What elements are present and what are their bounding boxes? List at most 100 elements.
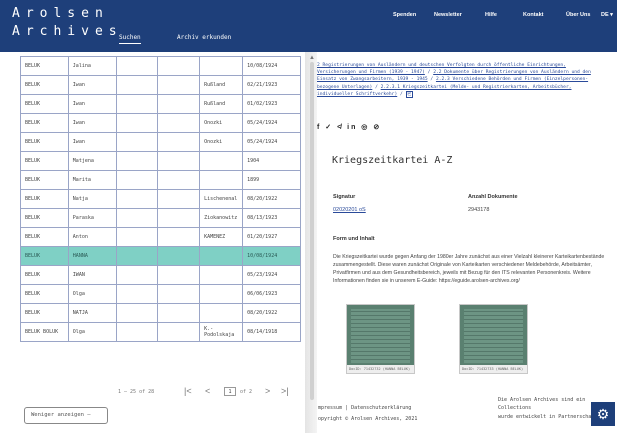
date-cell: 01/02/1923: [242, 94, 301, 114]
table-row[interactable]: BELUK Olga 06/06/1923: [20, 284, 301, 304]
link-hilfe[interactable]: Hilfe: [485, 12, 497, 18]
last-name-cell: BELUK: [20, 170, 69, 190]
prev-page-icon[interactable]: <: [205, 386, 210, 396]
first-name-cell: Paraska: [67, 208, 117, 228]
scrollbar-thumb[interactable]: [310, 62, 314, 400]
extra-cell: [157, 189, 201, 209]
extra-cell: [157, 113, 201, 133]
signatur-value[interactable]: 02020201 oS: [333, 207, 366, 213]
table-row[interactable]: BELUK Natja Lischenenal 08/20/1922: [20, 189, 301, 209]
place-cell: [199, 170, 244, 190]
last-name-cell: BELUK: [20, 227, 69, 247]
logo-line2[interactable]: Archives: [12, 24, 123, 39]
share-icons[interactable]: f ✓ ≮ in ◎ ⊘: [317, 123, 381, 131]
table-row[interactable]: BELUK Iwan Onozki 05/24/1924: [20, 113, 301, 133]
place-cell: Onozki: [199, 132, 244, 152]
footer-partner-1: Die Arolsen Archives sind ein: [498, 397, 586, 403]
table-row[interactable]: BELUK BOLUK Olga K.-Podolskaja 08/14/1918: [20, 322, 301, 342]
maiden-name-cell: [115, 151, 159, 171]
description-text: Die Kriegszeitkartei wurde gegen Anfang …: [333, 254, 605, 284]
logo-line1[interactable]: Arolsen: [12, 5, 109, 23]
gear-icon[interactable]: ⚙: [591, 402, 615, 426]
detail-panel: [317, 52, 617, 433]
date-cell: 06/06/1923: [242, 284, 301, 304]
tab-archiv-erkunden[interactable]: Archiv erkunden: [177, 34, 231, 41]
first-name-cell: Iwan: [67, 132, 117, 152]
extra-cell: [157, 284, 201, 304]
last-name-cell: BELUK: [20, 75, 69, 95]
table-row[interactable]: BELUK Jalina 10/08/1924: [20, 56, 301, 76]
last-name-cell: BELUK: [20, 284, 69, 304]
table-row[interactable]: BELUK IWAN 05/23/1924: [20, 265, 301, 285]
first-name-cell: Olga: [67, 284, 117, 304]
first-name-cell: Olga: [67, 322, 117, 342]
scroll-up-icon[interactable]: ▲: [309, 55, 315, 61]
extra-cell: [157, 151, 201, 171]
table-row[interactable]: BELUK NATJA 08/20/1922: [20, 303, 301, 323]
last-page-icon[interactable]: >|: [281, 386, 289, 396]
place-cell: [199, 284, 244, 304]
table-row[interactable]: BELUK HANNA 10/08/1924: [20, 246, 301, 266]
last-name-cell: BELUK: [20, 56, 69, 76]
first-name-cell: Iwan: [67, 113, 117, 133]
link-spenden[interactable]: Spenden: [393, 12, 416, 18]
table-row[interactable]: BELUK Paraska Ziokanowitz 08/13/1923: [20, 208, 301, 228]
site-header: Arolsen Archives Suchen Archiv erkunden …: [0, 0, 617, 52]
document-thumbnail[interactable]: DocID: 71432732 (HANNA BELUK): [346, 304, 415, 374]
section-form-inhalt: Form und Inhalt: [333, 236, 375, 242]
pagination-range: 1 — 25 of 28: [118, 389, 155, 395]
place-cell: Lischenenal: [199, 189, 244, 209]
link-kontakt[interactable]: Kontakt: [523, 12, 543, 18]
first-name-cell: IWAN: [67, 265, 117, 285]
copy-icon[interactable]: ⎘: [405, 90, 414, 98]
date-cell: 08/13/1923: [242, 208, 301, 228]
document-image: [351, 309, 410, 363]
place-cell: Ziokanowitz: [199, 208, 244, 228]
maiden-name-cell: [115, 189, 159, 209]
first-page-icon[interactable]: |<: [184, 386, 192, 396]
footer-impressum[interactable]: mpressum | Datenschutzerklärung: [318, 405, 411, 411]
table-row[interactable]: BELUK Anton KAMENEZ 01/20/1927: [20, 227, 301, 247]
link-newsletter[interactable]: Newsletter: [434, 12, 462, 18]
date-cell: 01/20/1927: [242, 227, 301, 247]
footer-partner-3: wurde entwickelt in Partnerschaft: [498, 414, 598, 420]
first-name-cell: Jalina: [67, 56, 117, 76]
maiden-name-cell: [115, 208, 159, 228]
maiden-name-cell: [115, 322, 159, 342]
anzahl-value: 2943178: [468, 207, 490, 213]
first-name-cell: NATJA: [67, 303, 117, 323]
footer-partner-2: Collections: [498, 405, 532, 411]
last-name-cell: BELUK BOLUK: [20, 322, 69, 342]
next-page-icon[interactable]: >: [265, 386, 270, 396]
extra-cell: [157, 246, 201, 266]
first-name-cell: Iwan: [67, 75, 117, 95]
table-row[interactable]: BELUK Iwan Rußland 02/21/1923: [20, 75, 301, 95]
table-row[interactable]: BELUK Iwan Onozki 05/24/1924: [20, 132, 301, 152]
last-name-cell: BELUK: [20, 151, 69, 171]
breadcrumb: 2 Registrierungen von Ausländern und deu…: [317, 63, 591, 98]
tab-suchen[interactable]: Suchen: [119, 34, 141, 44]
maiden-name-cell: [115, 227, 159, 247]
page-input[interactable]: 1: [224, 387, 236, 396]
date-cell: 1904: [242, 151, 301, 171]
table-row[interactable]: BELUK Marita 1899: [20, 170, 301, 190]
anzahl-label: Anzahl Dokumente: [468, 194, 518, 200]
date-cell: 08/20/1922: [242, 303, 301, 323]
first-name-cell: Anton: [67, 227, 117, 247]
extra-cell: [157, 132, 201, 152]
maiden-name-cell: [115, 170, 159, 190]
extra-cell: [157, 208, 201, 228]
footer-copyright: opyright © Arolsen Archives, 2021: [318, 416, 418, 422]
place-cell: Rußland: [199, 94, 244, 114]
language-select[interactable]: DE ▾: [601, 12, 613, 18]
place-cell: K.-Podolskaja: [199, 322, 244, 342]
document-thumbnail[interactable]: DocID: 71432733 (HANNA BELUK): [459, 304, 528, 374]
thumbnail-caption: DocID: 71432732 (HANNA BELUK): [347, 365, 414, 373]
date-cell: 10/08/1924: [242, 56, 301, 76]
table-row[interactable]: BELUK Matjena 1904: [20, 151, 301, 171]
table-row[interactable]: BELUK Iwan Rußland 01/02/1923: [20, 94, 301, 114]
maiden-name-cell: [115, 56, 159, 76]
last-name-cell: BELUK: [20, 132, 69, 152]
link-ueber-uns[interactable]: Über Uns: [566, 12, 590, 18]
show-less-button[interactable]: Weniger anzeigen —: [24, 407, 108, 424]
